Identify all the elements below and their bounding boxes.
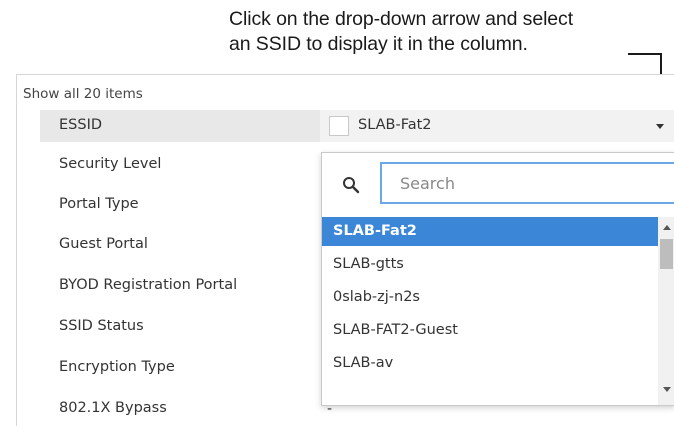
essid-select[interactable]: SLAB-Fat2 (320, 110, 674, 142)
ssid-option-list: SLAB-Fat2 SLAB-gtts 0slab-zj-n2s SLAB-FA… (322, 217, 658, 405)
row-label-portal-type: Portal Type (59, 196, 139, 212)
search-icon (343, 177, 360, 194)
row-label-essid: ESSID (59, 117, 103, 133)
show-all-link[interactable]: Show all 20 items (23, 86, 143, 102)
essid-select-value: SLAB-Fat2 (358, 117, 432, 133)
scroll-up-icon[interactable] (663, 225, 671, 230)
row-label-8021x-bypass: 802.1X Bypass (59, 400, 167, 416)
row-label-ssid-status: SSID Status (59, 318, 144, 334)
search-button[interactable] (330, 163, 374, 207)
scroll-down-icon[interactable] (663, 387, 671, 392)
search-bar (322, 153, 674, 216)
annotation-callout: Click on the drop-down arrow and select … (0, 0, 674, 116)
essid-dropdown: SLAB-Fat2 SLAB-gtts 0slab-zj-n2s SLAB-FA… (321, 152, 674, 406)
annotation-arrow-horizontal (628, 53, 662, 55)
dropdown-scrollbar[interactable] (658, 217, 674, 405)
scroll-thumb[interactable] (660, 239, 673, 269)
chevron-down-icon[interactable] (656, 124, 664, 129)
ssid-option[interactable]: 0slab-zj-n2s (322, 283, 658, 312)
search-input[interactable] (380, 162, 674, 204)
ssid-option[interactable]: SLAB-FAT2-Guest (322, 316, 658, 345)
ssid-option[interactable]: SLAB-gtts (322, 250, 658, 279)
row-label-security-level: Security Level (59, 156, 162, 172)
ssid-option[interactable]: SLAB-Fat2 (322, 217, 658, 246)
essid-checkbox[interactable] (329, 116, 349, 136)
annotation-line-2: an SSID to display it in the column. (229, 33, 528, 55)
row-label-encryption-type: Encryption Type (59, 359, 175, 375)
row-label-byod-registration-portal: BYOD Registration Portal (59, 277, 238, 293)
ssid-option[interactable]: SLAB-av (322, 349, 658, 378)
row-label-guest-portal: Guest Portal (59, 236, 148, 252)
annotation-line-1: Click on the drop-down arrow and select (229, 8, 574, 30)
